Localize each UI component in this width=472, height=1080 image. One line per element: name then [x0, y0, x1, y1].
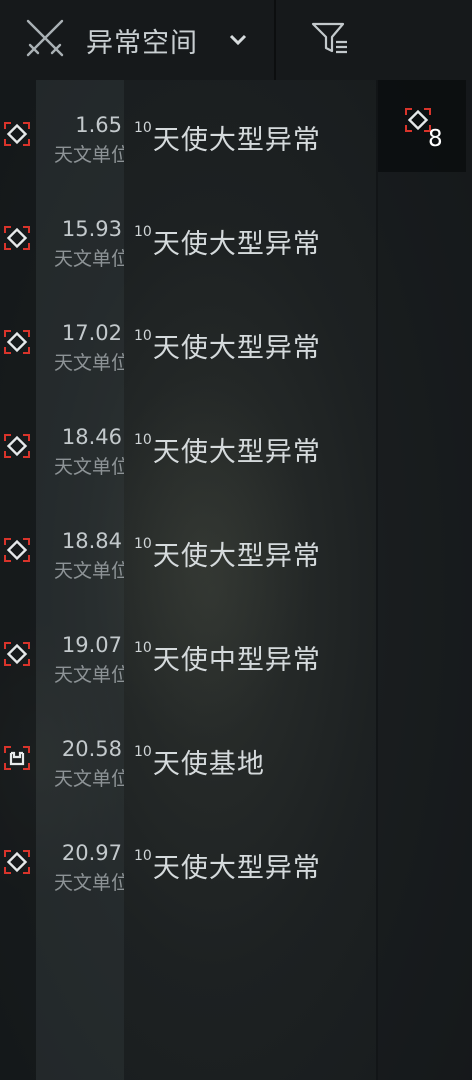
distance-unit: 天文单位 — [54, 248, 124, 270]
security-level: 10 — [134, 328, 152, 344]
security-level: 10 — [134, 744, 152, 760]
distance-value: 20.58 — [61, 737, 122, 761]
distance-value: 18.84 — [61, 529, 122, 553]
site-name: 天使大型异常 — [152, 333, 321, 364]
combat-anomaly-icon — [3, 120, 31, 152]
security-level: 10 — [134, 848, 152, 864]
security-level: 10 — [134, 432, 152, 448]
panel-divider — [376, 80, 378, 1080]
security-level: 10 — [134, 120, 152, 136]
site-name: 天使中型异常 — [152, 645, 321, 676]
list-item[interactable]: 18.84 天文单位 10天使大型异常 — [0, 496, 376, 600]
security-level: 10 — [134, 640, 152, 656]
site-name: 天使基地 — [152, 749, 265, 780]
distance-unit: 天文单位 — [54, 456, 124, 478]
list-item[interactable]: 20.97 天文单位 10天使大型异常 — [0, 808, 376, 912]
combat-anomaly-icon — [3, 224, 31, 256]
distance-value: 18.46 — [61, 425, 122, 449]
site-name: 天使大型异常 — [152, 229, 321, 260]
site-name: 天使大型异常 — [152, 541, 321, 572]
combat-anomaly-icon — [3, 328, 31, 360]
probe-scanner-header: 异常空间 — [0, 0, 472, 80]
distance-unit: 天文单位 — [54, 768, 124, 790]
list-item[interactable]: 19.07 天文单位 10天使中型异常 — [0, 600, 376, 704]
distance-unit: 天文单位 — [54, 872, 124, 894]
side-panel: 8 — [378, 80, 472, 1080]
signature-list: 1.65 天文单位 10天使大型异常 15.93 天文单位 10天使大型异常 1… — [0, 80, 376, 912]
chevron-down-icon[interactable] — [228, 33, 248, 47]
list-item[interactable]: 18.46 天文单位 10天使大型异常 — [0, 392, 376, 496]
combat-anomaly-icon — [3, 640, 31, 672]
group-label: 异常空间 — [86, 27, 198, 59]
list-item[interactable]: 1.65 天文单位 10天使大型异常 — [0, 80, 376, 184]
distance-value: 15.93 — [61, 217, 122, 241]
distance-unit: 天文单位 — [54, 664, 124, 686]
distance-unit: 天文单位 — [54, 352, 124, 374]
distance-value: 1.65 — [75, 113, 122, 137]
site-name: 天使大型异常 — [152, 437, 321, 468]
site-name: 天使大型异常 — [152, 853, 321, 884]
anomaly-count: 8 — [428, 126, 443, 152]
distance-value: 20.97 — [61, 841, 122, 865]
security-level: 10 — [134, 536, 152, 552]
group-selector[interactable]: 异常空间 — [0, 0, 274, 80]
list-item[interactable]: 15.93 天文单位 10天使大型异常 — [0, 184, 376, 288]
combat-anomaly-icon — [3, 432, 31, 464]
security-level: 10 — [134, 224, 152, 240]
site-name: 天使大型异常 — [152, 125, 321, 156]
distance-value: 19.07 — [61, 633, 122, 657]
list-item[interactable]: 17.02 天文单位 10天使大型异常 — [0, 288, 376, 392]
combat-anomaly-icon — [3, 848, 31, 880]
distance-value: 17.02 — [61, 321, 122, 345]
list-item[interactable]: 20.58 天文单位 10天使基地 — [0, 704, 376, 808]
combat-anomaly-icon — [3, 536, 31, 568]
distance-unit: 天文单位 — [54, 560, 124, 582]
anomaly-count-badge[interactable]: 8 — [378, 80, 466, 172]
distance-unit: 天文单位 — [54, 144, 124, 166]
base-site-icon — [3, 744, 31, 776]
filter-icon[interactable] — [310, 20, 350, 60]
crossed-swords-icon — [22, 15, 68, 65]
